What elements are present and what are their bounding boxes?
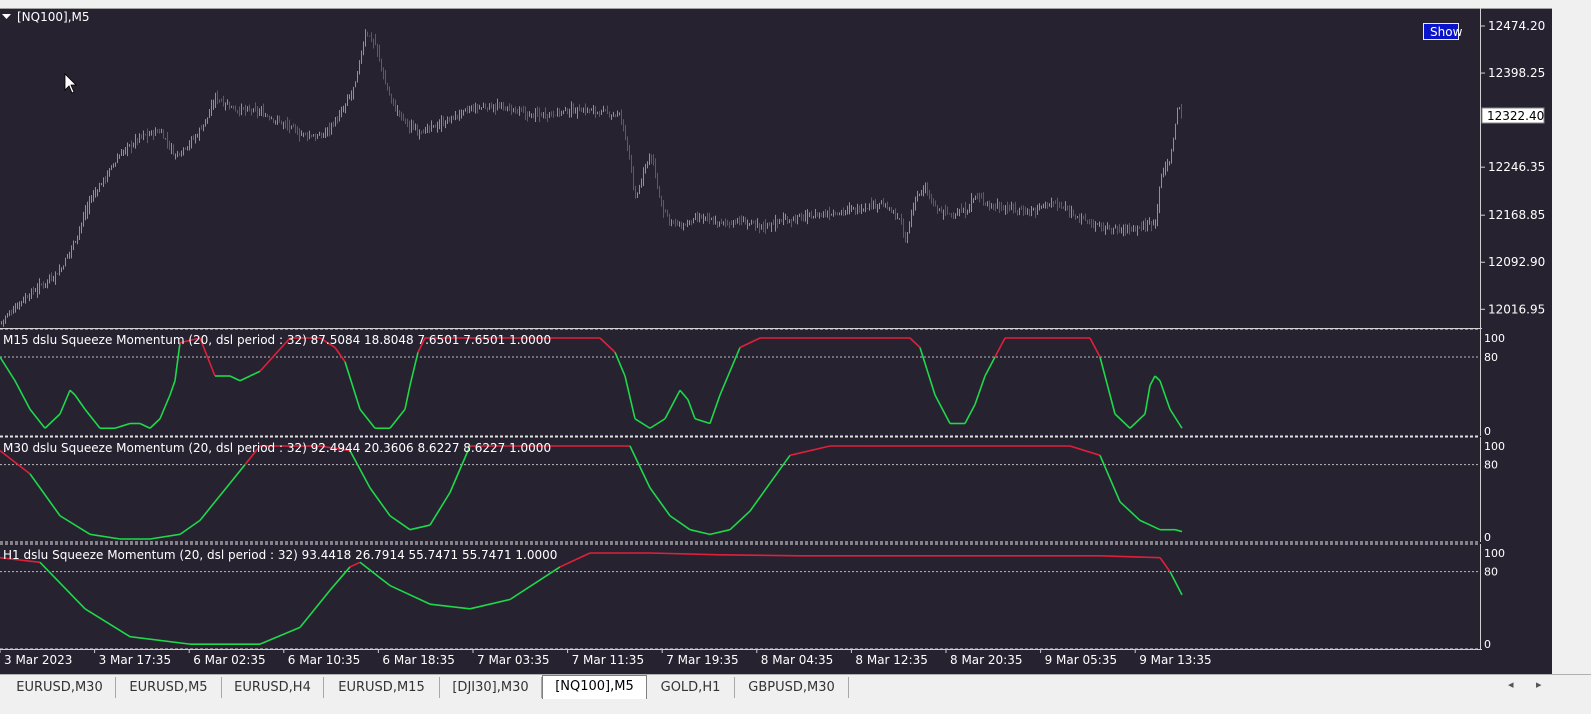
time-axis-label: 6 Mar 10:35: [288, 653, 361, 667]
time-axis-label: 9 Mar 13:35: [1139, 653, 1212, 667]
price-axis-label: 12092.90: [1488, 255, 1545, 269]
price-axis-label: 12246.35: [1488, 160, 1545, 174]
level-100-label: 100: [1484, 440, 1505, 453]
symbol-label: [NQ100],M5: [17, 10, 90, 24]
level-80-label: 80: [1484, 566, 1498, 579]
indicator-label: M15 dslu Squeeze Momentum (20, dsl perio…: [3, 333, 551, 347]
chart-tab-bar: EURUSD,M30 EURUSD,M5 EURUSD,H4 EURUSD,M1…: [0, 674, 1591, 714]
right-window-strip: [1552, 8, 1591, 674]
time-axis-label: 3 Mar 2023: [4, 653, 72, 667]
time-axis-label: 3 Mar 17:35: [99, 653, 172, 667]
indicator-label: H1 dslu Squeeze Momentum (20, dsl period…: [3, 548, 557, 562]
tab-nq100-m5[interactable]: [NQ100],M5: [542, 675, 647, 699]
tab-gbpusd-m30[interactable]: GBPUSD,M30: [735, 677, 849, 698]
price-axis-label: 12016.95: [1488, 302, 1545, 316]
time-axis-label: 7 Mar 03:35: [477, 653, 550, 667]
tab-scroll-right-icon[interactable]: ▸: [1536, 678, 1542, 691]
time-axis-label: 7 Mar 11:35: [572, 653, 645, 667]
time-axis-label: 6 Mar 02:35: [193, 653, 266, 667]
current-price-tag: 12322.40: [1481, 107, 1545, 124]
current-price-label: 12322.40: [1487, 109, 1544, 123]
tab-eurusd-m5[interactable]: EURUSD,M5: [116, 677, 222, 698]
time-axis-label: 6 Mar 18:35: [382, 653, 455, 667]
level-100-label: 100: [1484, 332, 1505, 345]
show-button[interactable]: Show: [1423, 23, 1462, 40]
level-80-label: 80: [1484, 459, 1498, 472]
indicator-line-segment: [719, 554, 801, 557]
tab-eurusd-m15[interactable]: EURUSD,M15: [324, 677, 440, 698]
level-100-label: 100: [1484, 547, 1505, 560]
indicator-label: M30 dslu Squeeze Momentum (20, dsl perio…: [3, 441, 551, 455]
price-axis-label: 12398.25: [1488, 66, 1545, 80]
time-axis-label: 9 Mar 05:35: [1045, 653, 1118, 667]
time-axis-label: 7 Mar 19:35: [666, 653, 739, 667]
level-0-label: 0: [1484, 425, 1491, 438]
time-axis-label: 8 Mar 20:35: [950, 653, 1023, 667]
tab-eurusd-h4[interactable]: EURUSD,H4: [222, 677, 324, 698]
level-80-label: 80: [1484, 351, 1498, 364]
time-axis-label: 8 Mar 04:35: [761, 653, 834, 667]
price-axis-label: 12474.20: [1488, 19, 1545, 33]
time-axis-label: 8 Mar 12:35: [855, 653, 928, 667]
tab-gold-h1[interactable]: GOLD,H1: [647, 677, 735, 698]
tab-scroll-left-icon[interactable]: ◂: [1508, 678, 1514, 691]
level-0-label: 0: [1484, 638, 1491, 651]
level-0-label: 0: [1484, 531, 1491, 544]
price-chart[interactable]: 12474.20 12398.25 12246.35 12168.85 12092.90…: [0, 8, 1552, 674]
tab-eurusd-m30[interactable]: EURUSD,M30: [4, 677, 116, 698]
tab-dji30-m30[interactable]: [DJI30],M30: [440, 677, 542, 698]
price-axis-label: 12168.85: [1488, 208, 1545, 222]
